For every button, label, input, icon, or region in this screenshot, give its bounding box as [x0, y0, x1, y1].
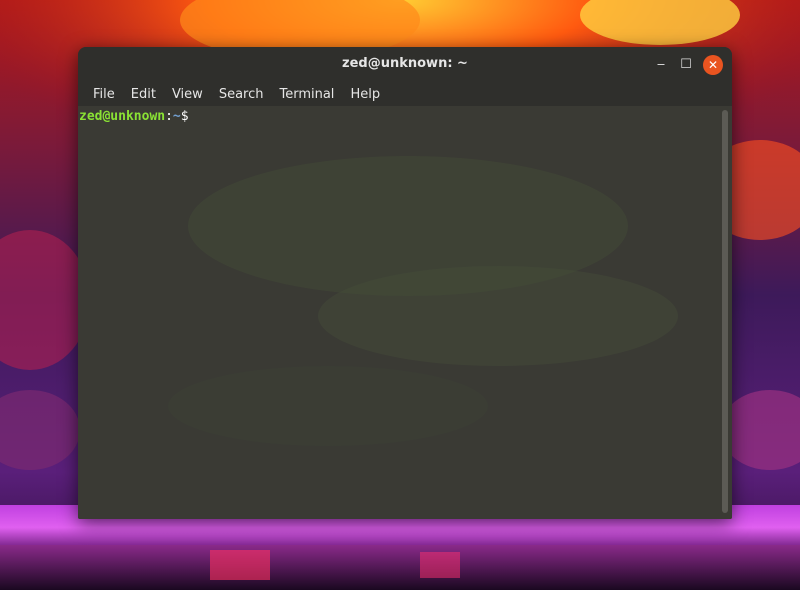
menu-terminal[interactable]: Terminal	[271, 87, 342, 102]
shell-prompt: zed@unknown:~$	[79, 109, 189, 124]
terminal-output[interactable]: zed@unknown:~$	[78, 106, 732, 519]
menu-edit[interactable]: Edit	[123, 87, 164, 102]
prompt-path: ~	[172, 109, 181, 124]
prompt-user: zed@unknown	[79, 109, 166, 124]
menu-bar: File Edit View Search Terminal Help	[78, 82, 732, 106]
terminal-background-image	[168, 156, 678, 446]
menu-view[interactable]: View	[164, 87, 211, 102]
menu-search[interactable]: Search	[211, 87, 272, 102]
minimize-button[interactable]: ‒	[651, 55, 671, 75]
window-title: zed@unknown: ~	[342, 56, 468, 71]
prompt-symbol: $	[180, 109, 189, 124]
maximize-button[interactable]: ☐	[676, 55, 696, 75]
terminal-window: zed@unknown: ~ ‒ ☐ ✕ File Edit View Sear…	[78, 47, 732, 519]
menu-file[interactable]: File	[85, 87, 123, 102]
scrollbar[interactable]	[722, 110, 728, 513]
title-bar[interactable]: zed@unknown: ~ ‒ ☐ ✕	[78, 47, 732, 82]
menu-help[interactable]: Help	[342, 87, 388, 102]
prompt-separator: :	[165, 109, 173, 124]
close-button[interactable]: ✕	[703, 55, 723, 75]
